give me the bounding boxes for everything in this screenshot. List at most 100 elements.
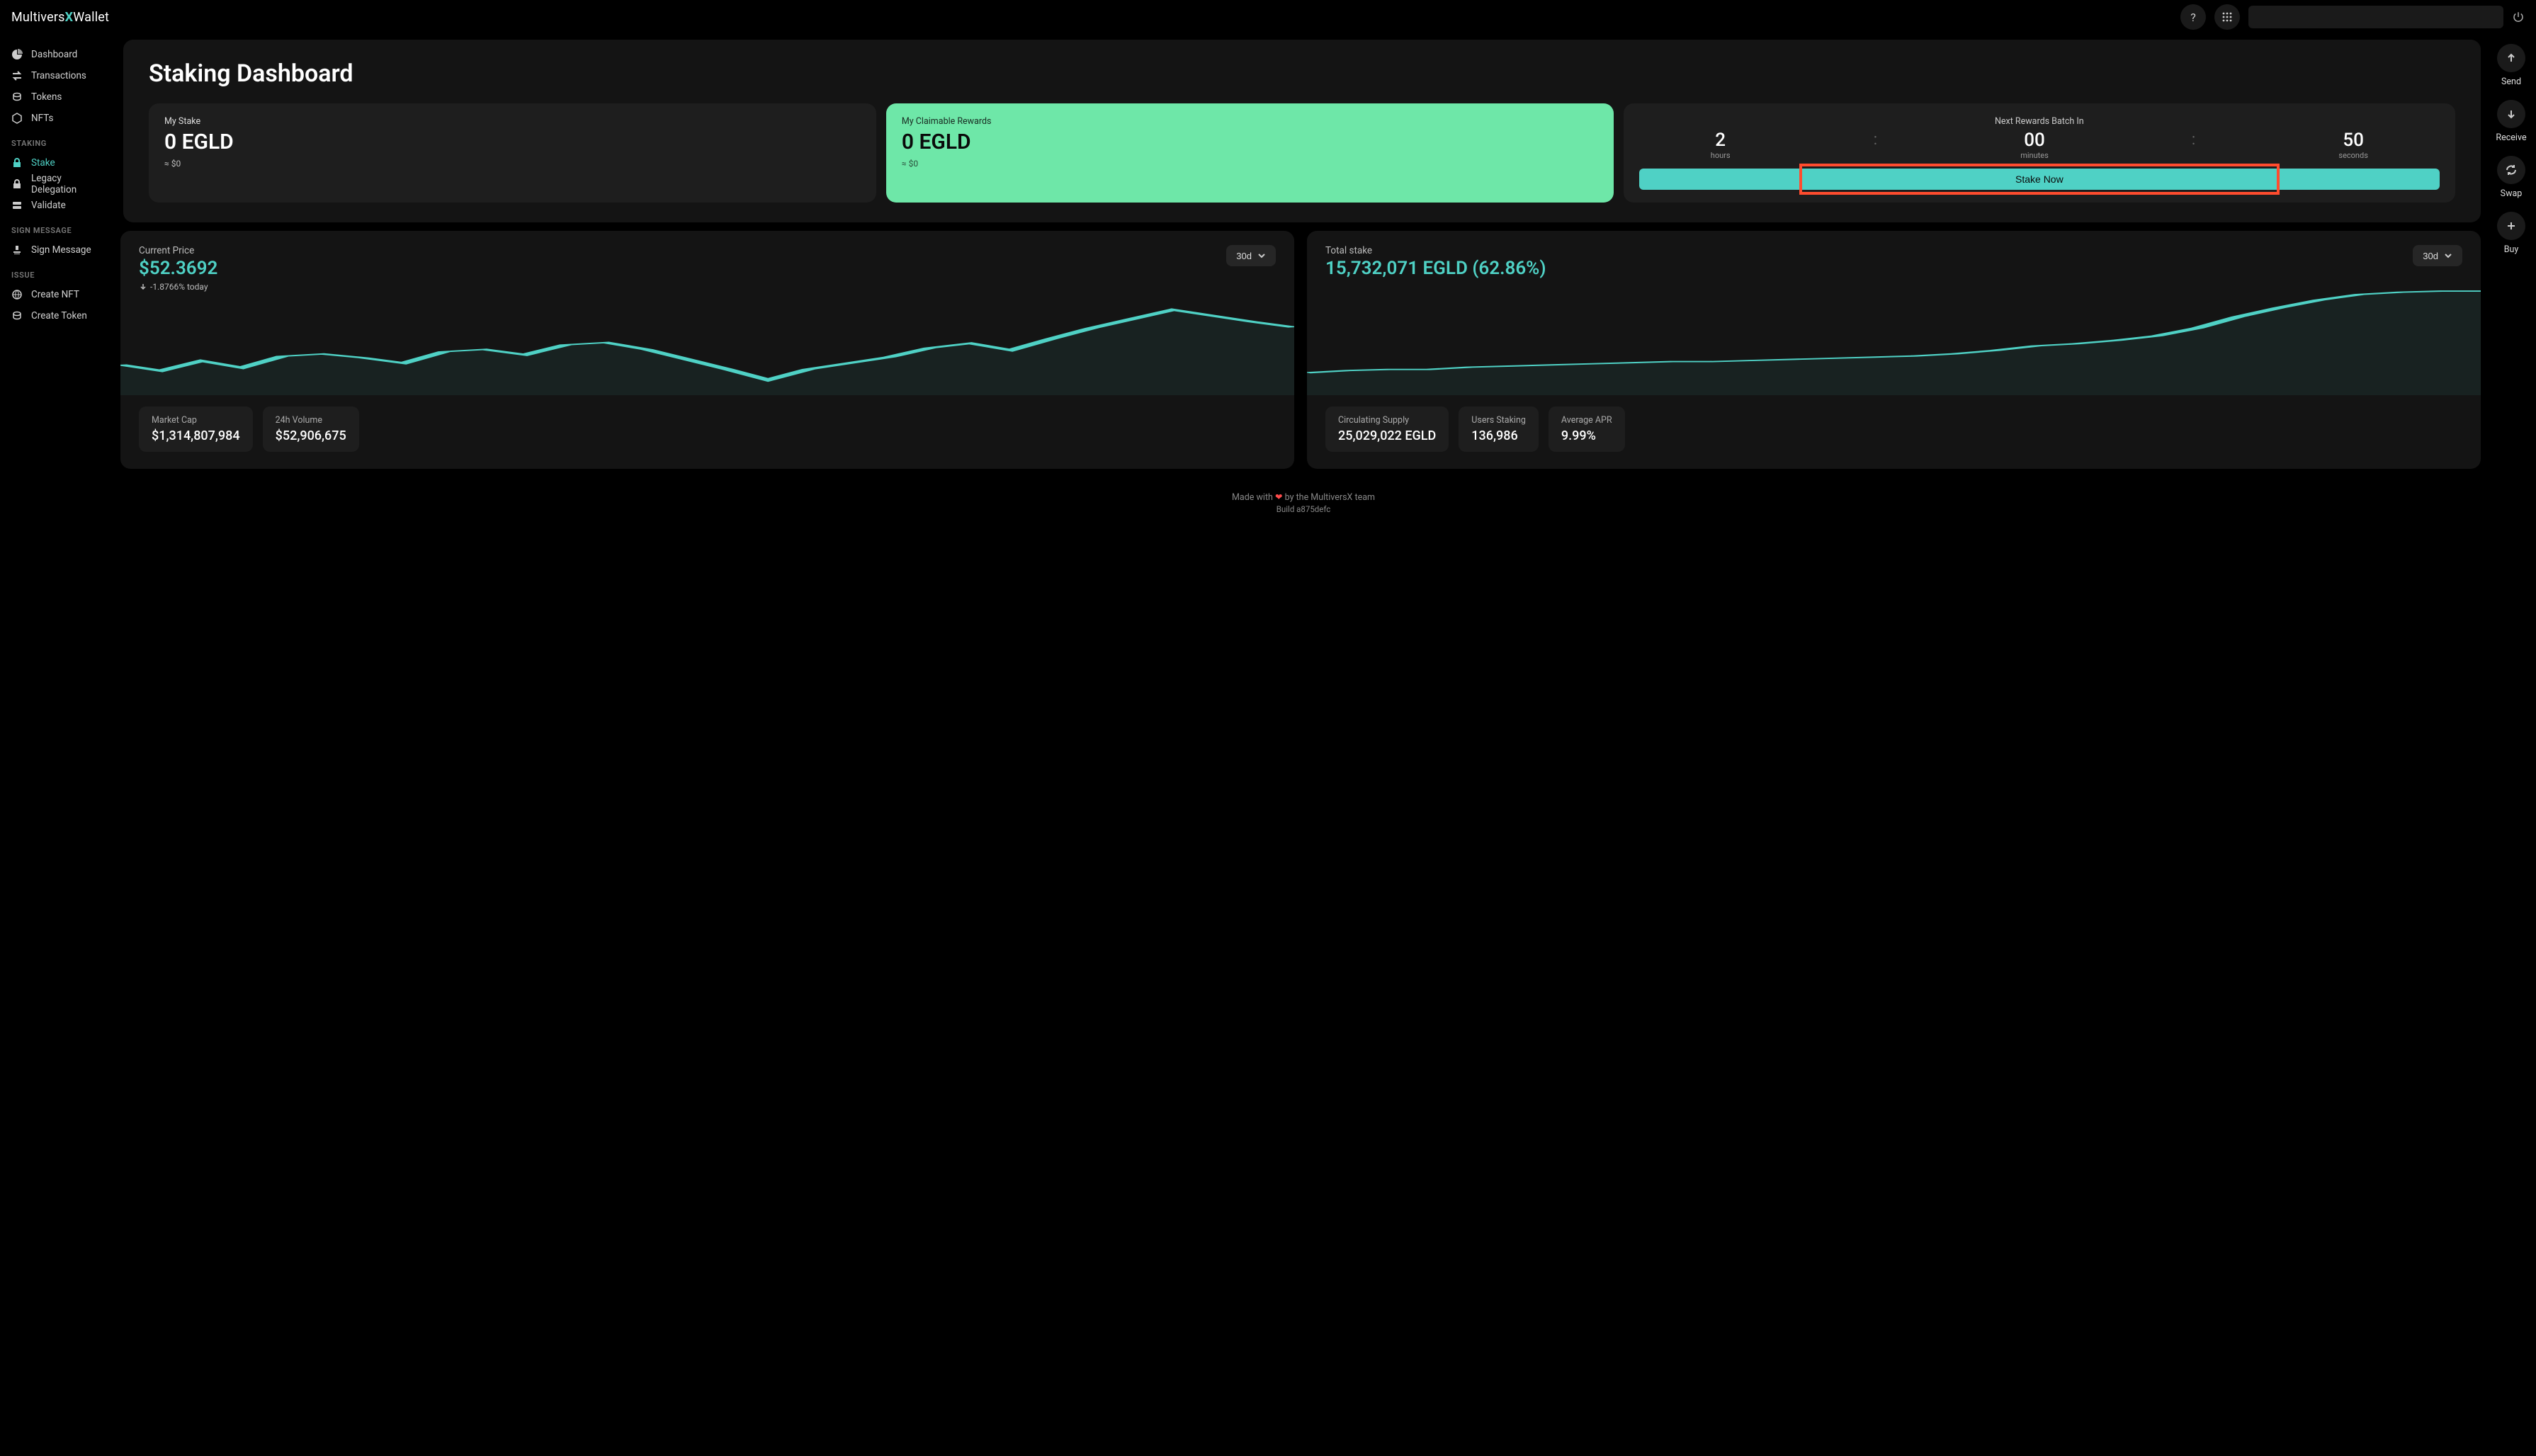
- price-value: $52.3692: [139, 258, 217, 279]
- sidebar-item-create-nft[interactable]: Create NFT: [0, 284, 120, 305]
- timer-seconds: 50: [2338, 130, 2368, 151]
- timer-hours: 2: [1711, 130, 1731, 151]
- sidebar-item-label: Tokens: [31, 91, 62, 103]
- price-range-select[interactable]: 30d: [1226, 245, 1276, 266]
- footer-text1: Made with: [1232, 492, 1273, 503]
- refresh-icon: [2505, 164, 2518, 176]
- lock-icon: [11, 157, 23, 169]
- footer: Made with ❤ by the MultiversX team Build…: [120, 477, 2486, 525]
- coins-icon: [11, 91, 23, 103]
- arrow-down-icon: [2505, 108, 2518, 120]
- my-stake-value: 0 EGLD: [164, 130, 861, 154]
- receive-button[interactable]: Receive: [2496, 100, 2526, 143]
- stat-24h-volume: 24h Volume $52,906,675: [263, 406, 359, 452]
- sidebar-item-label: NFTs: [31, 113, 53, 124]
- rewards-label: My Claimable Rewards: [902, 116, 1598, 127]
- sidebar-item-label: Create NFT: [31, 289, 79, 300]
- chevron-down-icon: [2444, 251, 2452, 260]
- sidebar-item-label: Transactions: [31, 70, 86, 81]
- sidebar-header-staking: STAKING: [0, 129, 120, 152]
- stake-range-select[interactable]: 30d: [2413, 245, 2462, 266]
- rb-label: Swap: [2501, 188, 2523, 199]
- range-label: 30d: [2423, 251, 2438, 261]
- main-content: Staking Dashboard My Stake 0 EGLD ≈ $0 M…: [120, 34, 2486, 1456]
- logout-button[interactable]: [2512, 11, 2525, 23]
- rb-label: Send: [2501, 76, 2521, 87]
- topbar: MultiversXWallet ?: [0, 0, 2536, 34]
- price-delta-text: -1.8766% today: [150, 282, 208, 292]
- apps-button[interactable]: [2214, 4, 2240, 30]
- stat-label: Circulating Supply: [1338, 415, 1436, 426]
- timer-seconds-label: seconds: [2338, 151, 2368, 160]
- down-icon: [139, 283, 147, 291]
- rb-label: Buy: [2504, 244, 2519, 255]
- rewards-sub: ≈ $0: [902, 159, 1598, 169]
- sidebar-header-issue: ISSUE: [0, 261, 120, 284]
- stat-label: Market Cap: [152, 415, 240, 426]
- help-button[interactable]: ?: [2180, 4, 2206, 30]
- price-chart: [120, 296, 1294, 395]
- stake-panel: Total stake 15,732,071 EGLD (62.86%) 30d…: [1307, 231, 2481, 469]
- hero-panel: Staking Dashboard My Stake 0 EGLD ≈ $0 M…: [123, 40, 2481, 222]
- stake-title: Total stake: [1325, 245, 1546, 256]
- stake-chart: [1307, 283, 2481, 395]
- swap-button[interactable]: Swap: [2497, 156, 2525, 199]
- brand-x: X: [65, 10, 74, 25]
- stake-now-button[interactable]: Stake Now: [1639, 169, 2440, 190]
- grid-icon: [2221, 11, 2233, 23]
- arrows-icon: [11, 70, 23, 81]
- my-stake-label: My Stake: [164, 116, 861, 127]
- rightbar: Send Receive Swap Buy: [2486, 34, 2536, 1456]
- my-stake-sub: ≈ $0: [164, 159, 861, 169]
- question-icon: ?: [2190, 11, 2196, 24]
- sidebar: Dashboard Transactions Tokens NFTs STAKI…: [0, 34, 120, 1456]
- sidebar-item-validate[interactable]: Validate: [0, 195, 120, 216]
- stat-label: Users Staking: [1471, 415, 1526, 426]
- sidebar-item-label: Legacy Delegation: [31, 173, 109, 195]
- stat-value: $1,314,807,984: [152, 428, 240, 443]
- rewards-value: 0 EGLD: [902, 130, 1598, 154]
- sidebar-item-label: Stake: [31, 157, 55, 169]
- sidebar-item-tokens[interactable]: Tokens: [0, 86, 120, 108]
- pie-icon: [11, 49, 23, 60]
- sidebar-item-stake[interactable]: Stake: [0, 152, 120, 174]
- sidebar-item-nfts[interactable]: NFTs: [0, 108, 120, 129]
- footer-text2: by the MultiversX team: [1285, 492, 1375, 503]
- sidebar-item-create-token[interactable]: Create Token: [0, 305, 120, 326]
- stat-market-cap: Market Cap $1,314,807,984: [139, 406, 253, 452]
- sidebar-item-sign-message[interactable]: Sign Message: [0, 239, 120, 261]
- arrow-up-icon: [2505, 52, 2518, 64]
- timer-title: Next Rewards Batch In: [1639, 116, 2440, 127]
- power-icon: [2512, 11, 2525, 23]
- server-icon: [11, 200, 23, 211]
- rewards-card: My Claimable Rewards 0 EGLD ≈ $0: [886, 103, 1614, 203]
- timer-row: 2hours : 00minutes : 50seconds: [1639, 130, 2440, 160]
- sidebar-item-label: Create Token: [31, 310, 87, 322]
- price-delta: -1.8766% today: [139, 282, 217, 292]
- my-stake-card: My Stake 0 EGLD ≈ $0: [149, 103, 876, 203]
- page-title: Staking Dashboard: [149, 59, 2455, 88]
- heart-icon: ❤: [1275, 492, 1282, 503]
- timer-minutes: 00: [2020, 130, 2049, 151]
- timer-minutes-label: minutes: [2020, 151, 2049, 160]
- stamp-icon: [11, 244, 23, 256]
- sidebar-item-label: Dashboard: [31, 49, 77, 60]
- rb-label: Receive: [2496, 132, 2526, 143]
- sidebar-header-sign: SIGN MESSAGE: [0, 216, 120, 239]
- price-title: Current Price: [139, 245, 217, 256]
- sidebar-item-label: Sign Message: [31, 244, 91, 256]
- sidebar-item-dashboard[interactable]: Dashboard: [0, 44, 120, 65]
- price-panel: Current Price $52.3692 -1.8766% today 30…: [120, 231, 1294, 469]
- sidebar-item-transactions[interactable]: Transactions: [0, 65, 120, 86]
- stake-value: 15,732,071 EGLD (62.86%): [1325, 258, 1546, 279]
- timer-colon: :: [1874, 130, 1877, 149]
- timer-colon: :: [2192, 130, 2195, 149]
- sidebar-item-legacy-delegation[interactable]: Legacy Delegation: [0, 174, 120, 195]
- stat-label: Average APR: [1561, 415, 1612, 426]
- brand-text-2: Wallet: [73, 10, 109, 25]
- plus-icon: [2505, 220, 2518, 232]
- buy-button[interactable]: Buy: [2497, 212, 2525, 255]
- stat-users-staking: Users Staking 136,986: [1459, 406, 1539, 452]
- send-button[interactable]: Send: [2497, 44, 2525, 87]
- address-input[interactable]: [2248, 6, 2503, 28]
